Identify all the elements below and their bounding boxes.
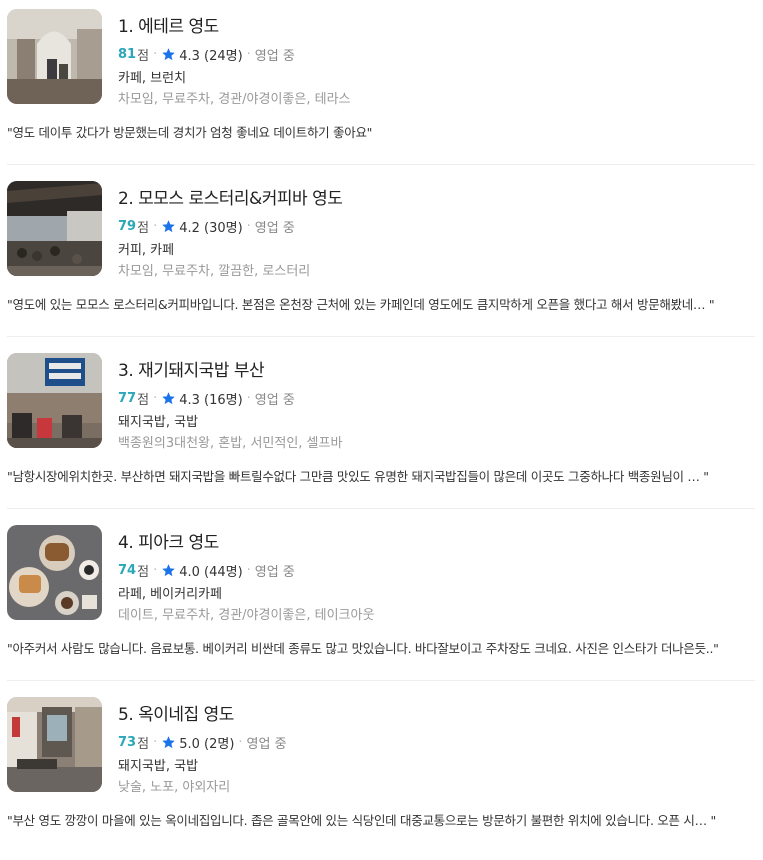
place-category: 라페, 베이커리카페	[118, 587, 222, 602]
separator-dot: ·	[238, 735, 243, 750]
place-photo[interactable]	[7, 181, 102, 276]
separator-dot: ·	[153, 735, 158, 750]
separator-dot: ·	[153, 563, 158, 578]
divider	[7, 164, 755, 165]
open-status: 영업 중	[246, 737, 287, 752]
place-score: 74	[118, 563, 137, 578]
open-status: 영업 중	[254, 221, 295, 236]
place-tags: 낮술, 노포, 야외자리	[118, 780, 231, 795]
place-tags: 백종원의3대천왕, 혼밥, 서민적인, 셀프바	[118, 436, 343, 451]
score-unit: 점	[137, 221, 150, 236]
divider	[7, 508, 755, 509]
place-category: 돼지국밥, 국밥	[118, 759, 199, 774]
place-title[interactable]: 3. 재기돼지국밥 부산	[118, 356, 265, 381]
place-rating: 4.0 (44명)	[179, 565, 243, 580]
star-icon	[162, 48, 175, 61]
place-tags: 차모임, 무료주차, 깔끔한, 로스터리	[118, 264, 311, 279]
open-status: 영업 중	[254, 49, 295, 64]
place-rating: 4.3 (16명)	[179, 393, 243, 408]
place-photo[interactable]	[7, 697, 102, 792]
separator-dot: ·	[246, 391, 251, 406]
place-photo[interactable]	[7, 9, 102, 104]
place-title[interactable]: 4. 피아크 영도	[118, 528, 219, 553]
place-meta: 81 점 · 4.3 (24명) · 영업 중	[118, 45, 295, 64]
place-rating: 4.3 (24명)	[179, 49, 243, 64]
place-tags: 데이트, 무료주차, 경관/야경이좋은, 테이크아웃	[118, 608, 375, 623]
place-item[interactable]: 3. 재기돼지국밥 부산 77 점 · 4.3 (16명) · 영업 중 돼지국…	[0, 344, 755, 516]
place-review[interactable]: "부산 영도 깡깡이 마을에 있는 옥이네집입니다. 좁은 골목안에 있는 식당…	[7, 810, 755, 829]
place-score: 73	[118, 735, 137, 750]
place-review[interactable]: "영도에 있는 모모스 로스터리&커피바입니다. 본점은 온천장 근처에 있는 …	[7, 294, 755, 313]
separator-dot: ·	[246, 563, 251, 578]
separator-dot: ·	[246, 47, 251, 62]
star-icon	[162, 220, 175, 233]
place-title[interactable]: 1. 에테르 영도	[118, 12, 219, 37]
place-meta: 74 점 · 4.0 (44명) · 영업 중	[118, 561, 295, 580]
place-item[interactable]: 1. 에테르 영도 81 점 · 4.3 (24명) · 영업 중 카페, 브런…	[0, 0, 755, 172]
divider	[7, 336, 755, 337]
place-photo[interactable]	[7, 353, 102, 448]
place-review[interactable]: "영도 데이투 갔다가 방문했는데 경치가 엄청 좋네요 데이트하기 좋아요"	[7, 122, 755, 141]
separator-dot: ·	[153, 219, 158, 234]
place-meta: 77 점 · 4.3 (16명) · 영업 중	[118, 389, 295, 408]
open-status: 영업 중	[254, 393, 295, 408]
divider	[7, 680, 755, 681]
place-item[interactable]: 4. 피아크 영도 74 점 · 4.0 (44명) · 영업 중 라페, 베이…	[0, 516, 755, 688]
score-unit: 점	[137, 49, 150, 64]
place-item[interactable]: 5. 옥이네집 영도 73 점 · 5.0 (2명) · 영업 중 돼지국밥, …	[0, 688, 755, 860]
place-rating: 4.2 (30명)	[179, 221, 243, 236]
place-score: 81	[118, 47, 137, 62]
score-unit: 점	[137, 737, 150, 752]
place-category: 커피, 카페	[118, 243, 175, 258]
place-tags: 차모임, 무료주차, 경관/야경이좋은, 테라스	[118, 92, 351, 107]
place-score: 79	[118, 219, 137, 234]
place-review[interactable]: "아주커서 사람도 많습니다. 음료보통. 베이커리 비싼데 종류도 많고 맛있…	[7, 638, 755, 657]
place-photo[interactable]	[7, 525, 102, 620]
place-title[interactable]: 2. 모모스 로스터리&커피바 영도	[118, 184, 343, 209]
star-icon	[162, 392, 175, 405]
place-rating: 5.0 (2명)	[179, 737, 235, 752]
place-item[interactable]: 2. 모모스 로스터리&커피바 영도 79 점 · 4.2 (30명) · 영업…	[0, 172, 755, 344]
place-meta: 79 점 · 4.2 (30명) · 영업 중	[118, 217, 295, 236]
star-icon	[162, 736, 175, 749]
separator-dot: ·	[246, 219, 251, 234]
score-unit: 점	[137, 393, 150, 408]
place-title[interactable]: 5. 옥이네집 영도	[118, 700, 234, 725]
place-meta: 73 점 · 5.0 (2명) · 영업 중	[118, 733, 287, 752]
score-unit: 점	[137, 565, 150, 580]
place-score: 77	[118, 391, 137, 406]
place-category: 카페, 브런치	[118, 71, 187, 86]
separator-dot: ·	[153, 391, 158, 406]
place-review[interactable]: "남항시장에위치한곳. 부산하면 돼지국밥을 빠트릴수없다 그만큼 맛있도 유명…	[7, 466, 755, 485]
star-icon	[162, 564, 175, 577]
open-status: 영업 중	[254, 565, 295, 580]
place-category: 돼지국밥, 국밥	[118, 415, 199, 430]
separator-dot: ·	[153, 47, 158, 62]
